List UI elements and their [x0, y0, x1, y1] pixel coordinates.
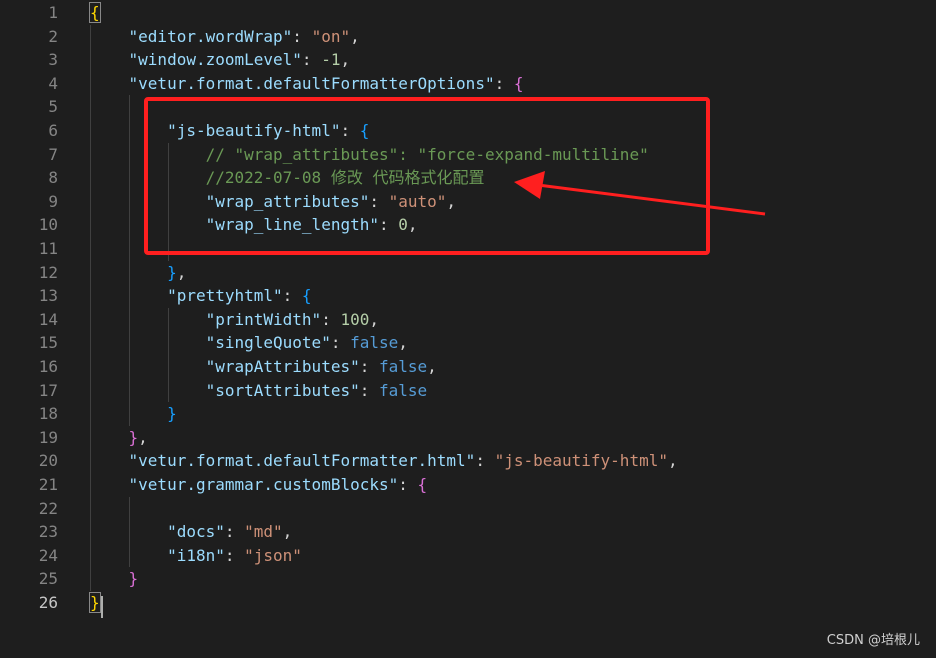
watermark: CSDN @培根儿 [826, 633, 920, 648]
arrow-shaft [537, 183, 766, 216]
arrow-head [514, 171, 545, 199]
annotation-arrow [514, 171, 766, 216]
